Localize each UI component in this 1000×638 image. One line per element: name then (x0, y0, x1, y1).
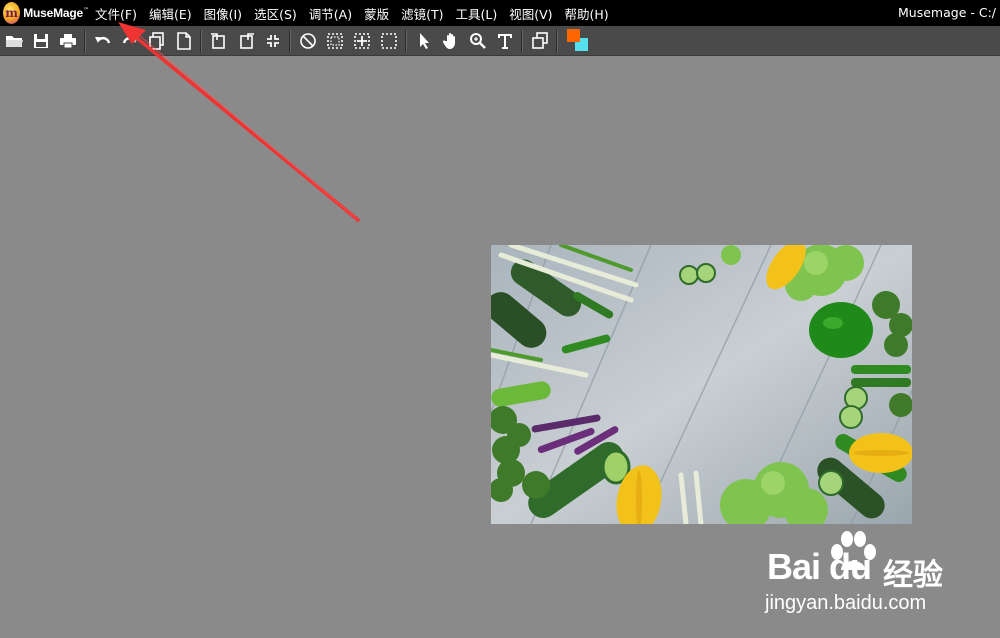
pointer-icon[interactable] (410, 27, 437, 54)
redo-icon[interactable] (116, 27, 143, 54)
menu-items: 文件(F) 编辑(E) 图像(I) 选区(S) 调节(A) 蒙版 滤镜(T) 工… (89, 0, 615, 26)
select-all-icon[interactable] (321, 27, 348, 54)
rotate-left-icon[interactable] (205, 27, 232, 54)
menu-file[interactable]: 文件(F) (89, 4, 143, 23)
save-icon[interactable] (27, 27, 54, 54)
print-icon[interactable] (54, 27, 81, 54)
baidu-logo-text: Bai du (767, 546, 872, 587)
toolbar-separator (200, 29, 202, 52)
rotate-right-icon[interactable] (232, 27, 259, 54)
undo-icon[interactable] (89, 27, 116, 54)
menu-help[interactable]: 帮助(H) (559, 4, 615, 23)
musemage-logo-icon: m (3, 2, 21, 24)
menu-adjust[interactable]: 调节(A) (303, 4, 358, 23)
menu-tools[interactable]: 工具(L) (449, 4, 503, 23)
menu-selection[interactable]: 选区(S) (248, 4, 303, 23)
menu-bar: m MuseMage ™ 文件(F) 编辑(E) 图像(I) 选区(S) 调节(A… (0, 0, 1000, 26)
copy-icon[interactable] (143, 27, 170, 54)
marquee-icon[interactable] (375, 27, 402, 54)
menu-edit[interactable]: 编辑(E) (143, 4, 198, 23)
toolbar-separator (289, 29, 291, 52)
app-name: MuseMage (23, 6, 83, 20)
toolbar-separator (405, 29, 407, 52)
vegetables-photo (491, 245, 912, 524)
menu-filter[interactable]: 滤镜(T) (395, 4, 449, 23)
deselect-icon[interactable] (294, 27, 321, 54)
select-move-icon[interactable] (348, 27, 375, 54)
toolbar-separator (521, 29, 523, 52)
toolbar-separator (556, 29, 558, 52)
watermark-url: jingyan.baidu.com (765, 592, 927, 614)
foreground-color-swatch[interactable] (567, 28, 580, 42)
fit-icon[interactable] (259, 27, 286, 54)
color-swatch[interactable] (567, 28, 591, 53)
toolbar (0, 26, 1000, 56)
text-icon[interactable] (491, 27, 518, 54)
window-title: Musemage - C:/ (898, 5, 996, 20)
baidu-watermark: Bai du 经验 jingyan.baidu.com (765, 530, 965, 620)
menu-view[interactable]: 视图(V) (503, 4, 558, 23)
menu-mask[interactable]: 蒙版 (358, 4, 395, 23)
document-image[interactable] (491, 245, 912, 524)
app-logo: m MuseMage ™ (0, 0, 89, 26)
paste-icon[interactable] (170, 27, 197, 54)
zoom-icon[interactable] (464, 27, 491, 54)
hand-icon[interactable] (437, 27, 464, 54)
jingyan-brand-text: 经验 (883, 558, 943, 593)
open-folder-icon[interactable] (0, 27, 27, 54)
menu-image[interactable]: 图像(I) (198, 4, 248, 23)
toolbar-separator (84, 29, 86, 52)
layers-icon[interactable] (526, 27, 553, 54)
